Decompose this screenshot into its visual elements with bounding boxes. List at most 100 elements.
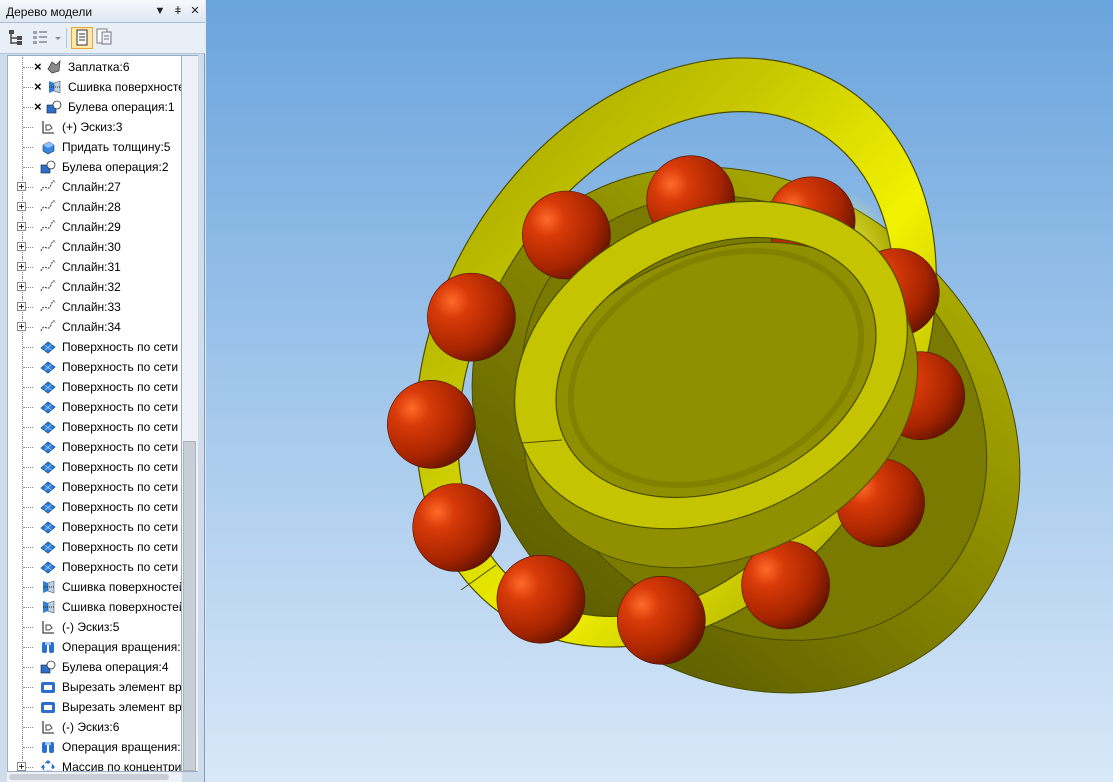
tree-item[interactable]: Сплайн:34 bbox=[8, 317, 181, 337]
expand-plus-icon[interactable] bbox=[17, 202, 26, 211]
horizontal-scrollbar[interactable] bbox=[7, 772, 182, 782]
tree-item[interactable]: (+) Эскиз:3 bbox=[8, 117, 181, 137]
tree-item[interactable]: Сплайн:30 bbox=[8, 237, 181, 257]
close-icon[interactable]: ✕ bbox=[188, 3, 202, 19]
tree-connector-line bbox=[23, 407, 33, 408]
tree-connector-line bbox=[23, 547, 33, 548]
tree-item-label: Поверхность по сети bbox=[62, 420, 179, 434]
vertical-scrollbar[interactable] bbox=[182, 55, 198, 772]
tree-item-label: Поверхность по сети bbox=[62, 440, 179, 454]
tree-item[interactable]: Операция вращения: bbox=[8, 637, 181, 657]
tree-item-label: Придать толщину:5 bbox=[62, 140, 171, 154]
vertical-scrollbar-thumb[interactable] bbox=[183, 441, 196, 771]
thicken-icon bbox=[40, 139, 56, 155]
tree-item[interactable]: Сплайн:31 bbox=[8, 257, 181, 277]
tree-item-label: Массив по концентри bbox=[62, 760, 182, 772]
tree-item[interactable]: Поверхность по сети bbox=[8, 337, 181, 357]
tree-item[interactable]: Поверхность по сети bbox=[8, 517, 181, 537]
expand-plus-icon[interactable] bbox=[17, 262, 26, 271]
tree-item[interactable]: × Заплатка:6 bbox=[8, 57, 181, 77]
tree-item[interactable]: Вырезать элемент вра bbox=[8, 677, 182, 697]
document-view-button[interactable] bbox=[71, 27, 93, 49]
mesh-surface-icon bbox=[40, 499, 56, 515]
tree-item[interactable]: (-) Эскиз:6 bbox=[8, 717, 181, 737]
tree-item-label: Сплайн:33 bbox=[62, 300, 121, 314]
tree-item[interactable]: Сплайн:28 bbox=[8, 197, 181, 217]
tree-item[interactable]: × Булева операция:1 bbox=[8, 97, 181, 117]
tree-item[interactable]: Сплайн:29 bbox=[8, 217, 181, 237]
tree-connector-line bbox=[23, 747, 33, 748]
bearing-model[interactable] bbox=[206, 0, 1113, 782]
model-tree-list[interactable]: × Заплатка:6 × Сшивка поверхносте × Булева оп… bbox=[7, 55, 182, 772]
expand-plus-icon[interactable] bbox=[17, 302, 26, 311]
tree-item[interactable]: Поверхность по сети bbox=[8, 377, 181, 397]
mesh-surface-icon bbox=[40, 519, 56, 535]
expand-plus-icon[interactable] bbox=[17, 222, 26, 231]
spline-icon bbox=[40, 199, 56, 215]
tree-item[interactable]: Массив по концентри bbox=[8, 757, 182, 772]
tree-item[interactable]: × Сшивка поверхносте bbox=[8, 77, 182, 97]
tree-item[interactable]: Поверхность по сети bbox=[8, 357, 181, 377]
mesh-surface-icon bbox=[40, 379, 56, 395]
bearing-ball bbox=[412, 483, 501, 572]
pin-icon[interactable]: ǂ bbox=[171, 3, 185, 19]
tree-item-label: Поверхность по сети bbox=[62, 400, 179, 414]
excluded-mark-icon: × bbox=[34, 99, 42, 114]
tree-item[interactable]: Сшивка поверхностей bbox=[8, 597, 181, 617]
mesh-surface-icon bbox=[40, 359, 56, 375]
expand-plus-icon[interactable] bbox=[17, 322, 26, 331]
tree-item[interactable]: Сплайн:32 bbox=[8, 277, 181, 297]
tree-item[interactable]: Поверхность по сети bbox=[8, 557, 181, 577]
tree-item[interactable]: Придать толщину:5 bbox=[8, 137, 181, 157]
tree-structure-icon bbox=[9, 30, 22, 45]
tree-item[interactable]: (-) Эскиз:5 bbox=[8, 617, 181, 637]
tree-item[interactable]: Вырезать элемент вра bbox=[8, 697, 181, 717]
tree-item[interactable]: Поверхность по сети bbox=[8, 397, 181, 417]
expand-plus-icon[interactable] bbox=[17, 762, 26, 771]
tree-item-label: Поверхность по сети bbox=[62, 480, 179, 494]
horizontal-scrollbar-thumb[interactable] bbox=[9, 774, 169, 780]
tree-item[interactable]: Поверхность по сети bbox=[8, 477, 181, 497]
tree-connector-line bbox=[23, 67, 33, 68]
bearing-ball bbox=[496, 554, 586, 644]
sketch-icon bbox=[40, 619, 56, 635]
expand-plus-icon[interactable] bbox=[17, 242, 26, 251]
tree-connector-line bbox=[23, 527, 33, 528]
tree-item[interactable]: Поверхность по сети bbox=[8, 497, 181, 517]
tree-item[interactable]: Сплайн:27 bbox=[8, 177, 181, 197]
spline-icon bbox=[40, 319, 56, 335]
tree-item-label: Булева операция:2 bbox=[62, 160, 169, 174]
document-edit-button[interactable] bbox=[94, 27, 116, 49]
filter-dropdown-button[interactable] bbox=[53, 27, 63, 49]
mesh-surface-icon bbox=[40, 539, 56, 555]
tree-item[interactable]: Поверхность по сети bbox=[8, 457, 181, 477]
tree-item-label: Поверхность по сети bbox=[62, 380, 179, 394]
tree-item-label: Сплайн:28 bbox=[62, 200, 121, 214]
tree-item[interactable]: Поверхность по сети bbox=[8, 537, 181, 557]
tree-item-label: Булева операция:1 bbox=[68, 100, 175, 114]
tree-item[interactable]: Булева операция:4 bbox=[8, 657, 181, 677]
bearing-ball bbox=[616, 575, 706, 665]
tree-item[interactable]: Булева операция:2 bbox=[8, 157, 181, 177]
tree-item[interactable]: Поверхность по сети bbox=[8, 437, 181, 457]
mesh-surface-icon bbox=[40, 399, 56, 415]
tree-item-label: Поверхность по сети bbox=[62, 560, 179, 574]
tree-connector-line bbox=[23, 607, 33, 608]
tree-connector-line bbox=[23, 707, 33, 708]
tree-item-label: Вырезать элемент вра bbox=[62, 680, 182, 694]
tree-item-label: Поверхность по сети bbox=[62, 500, 179, 514]
tree-item[interactable]: Операция вращения:2 bbox=[8, 737, 181, 757]
expand-plus-icon[interactable] bbox=[17, 182, 26, 191]
tree-item[interactable]: Сплайн:33 bbox=[8, 297, 181, 317]
tree-item-label: Сшивка поверхносте bbox=[68, 80, 182, 94]
tree-structure-button[interactable] bbox=[6, 27, 28, 49]
tree-item[interactable]: Сшивка поверхностей bbox=[8, 577, 181, 597]
tree-item[interactable]: Поверхность по сети bbox=[8, 417, 181, 437]
expand-plus-icon[interactable] bbox=[17, 282, 26, 291]
tree-item-label: Поверхность по сети bbox=[62, 540, 179, 554]
tree-connector-line bbox=[23, 87, 33, 88]
tree-filter-button[interactable] bbox=[30, 27, 52, 49]
3d-viewport[interactable] bbox=[206, 0, 1113, 782]
panel-menu-dropdown-icon[interactable]: ▼ bbox=[153, 3, 167, 19]
tree-item-label: Сплайн:30 bbox=[62, 240, 121, 254]
